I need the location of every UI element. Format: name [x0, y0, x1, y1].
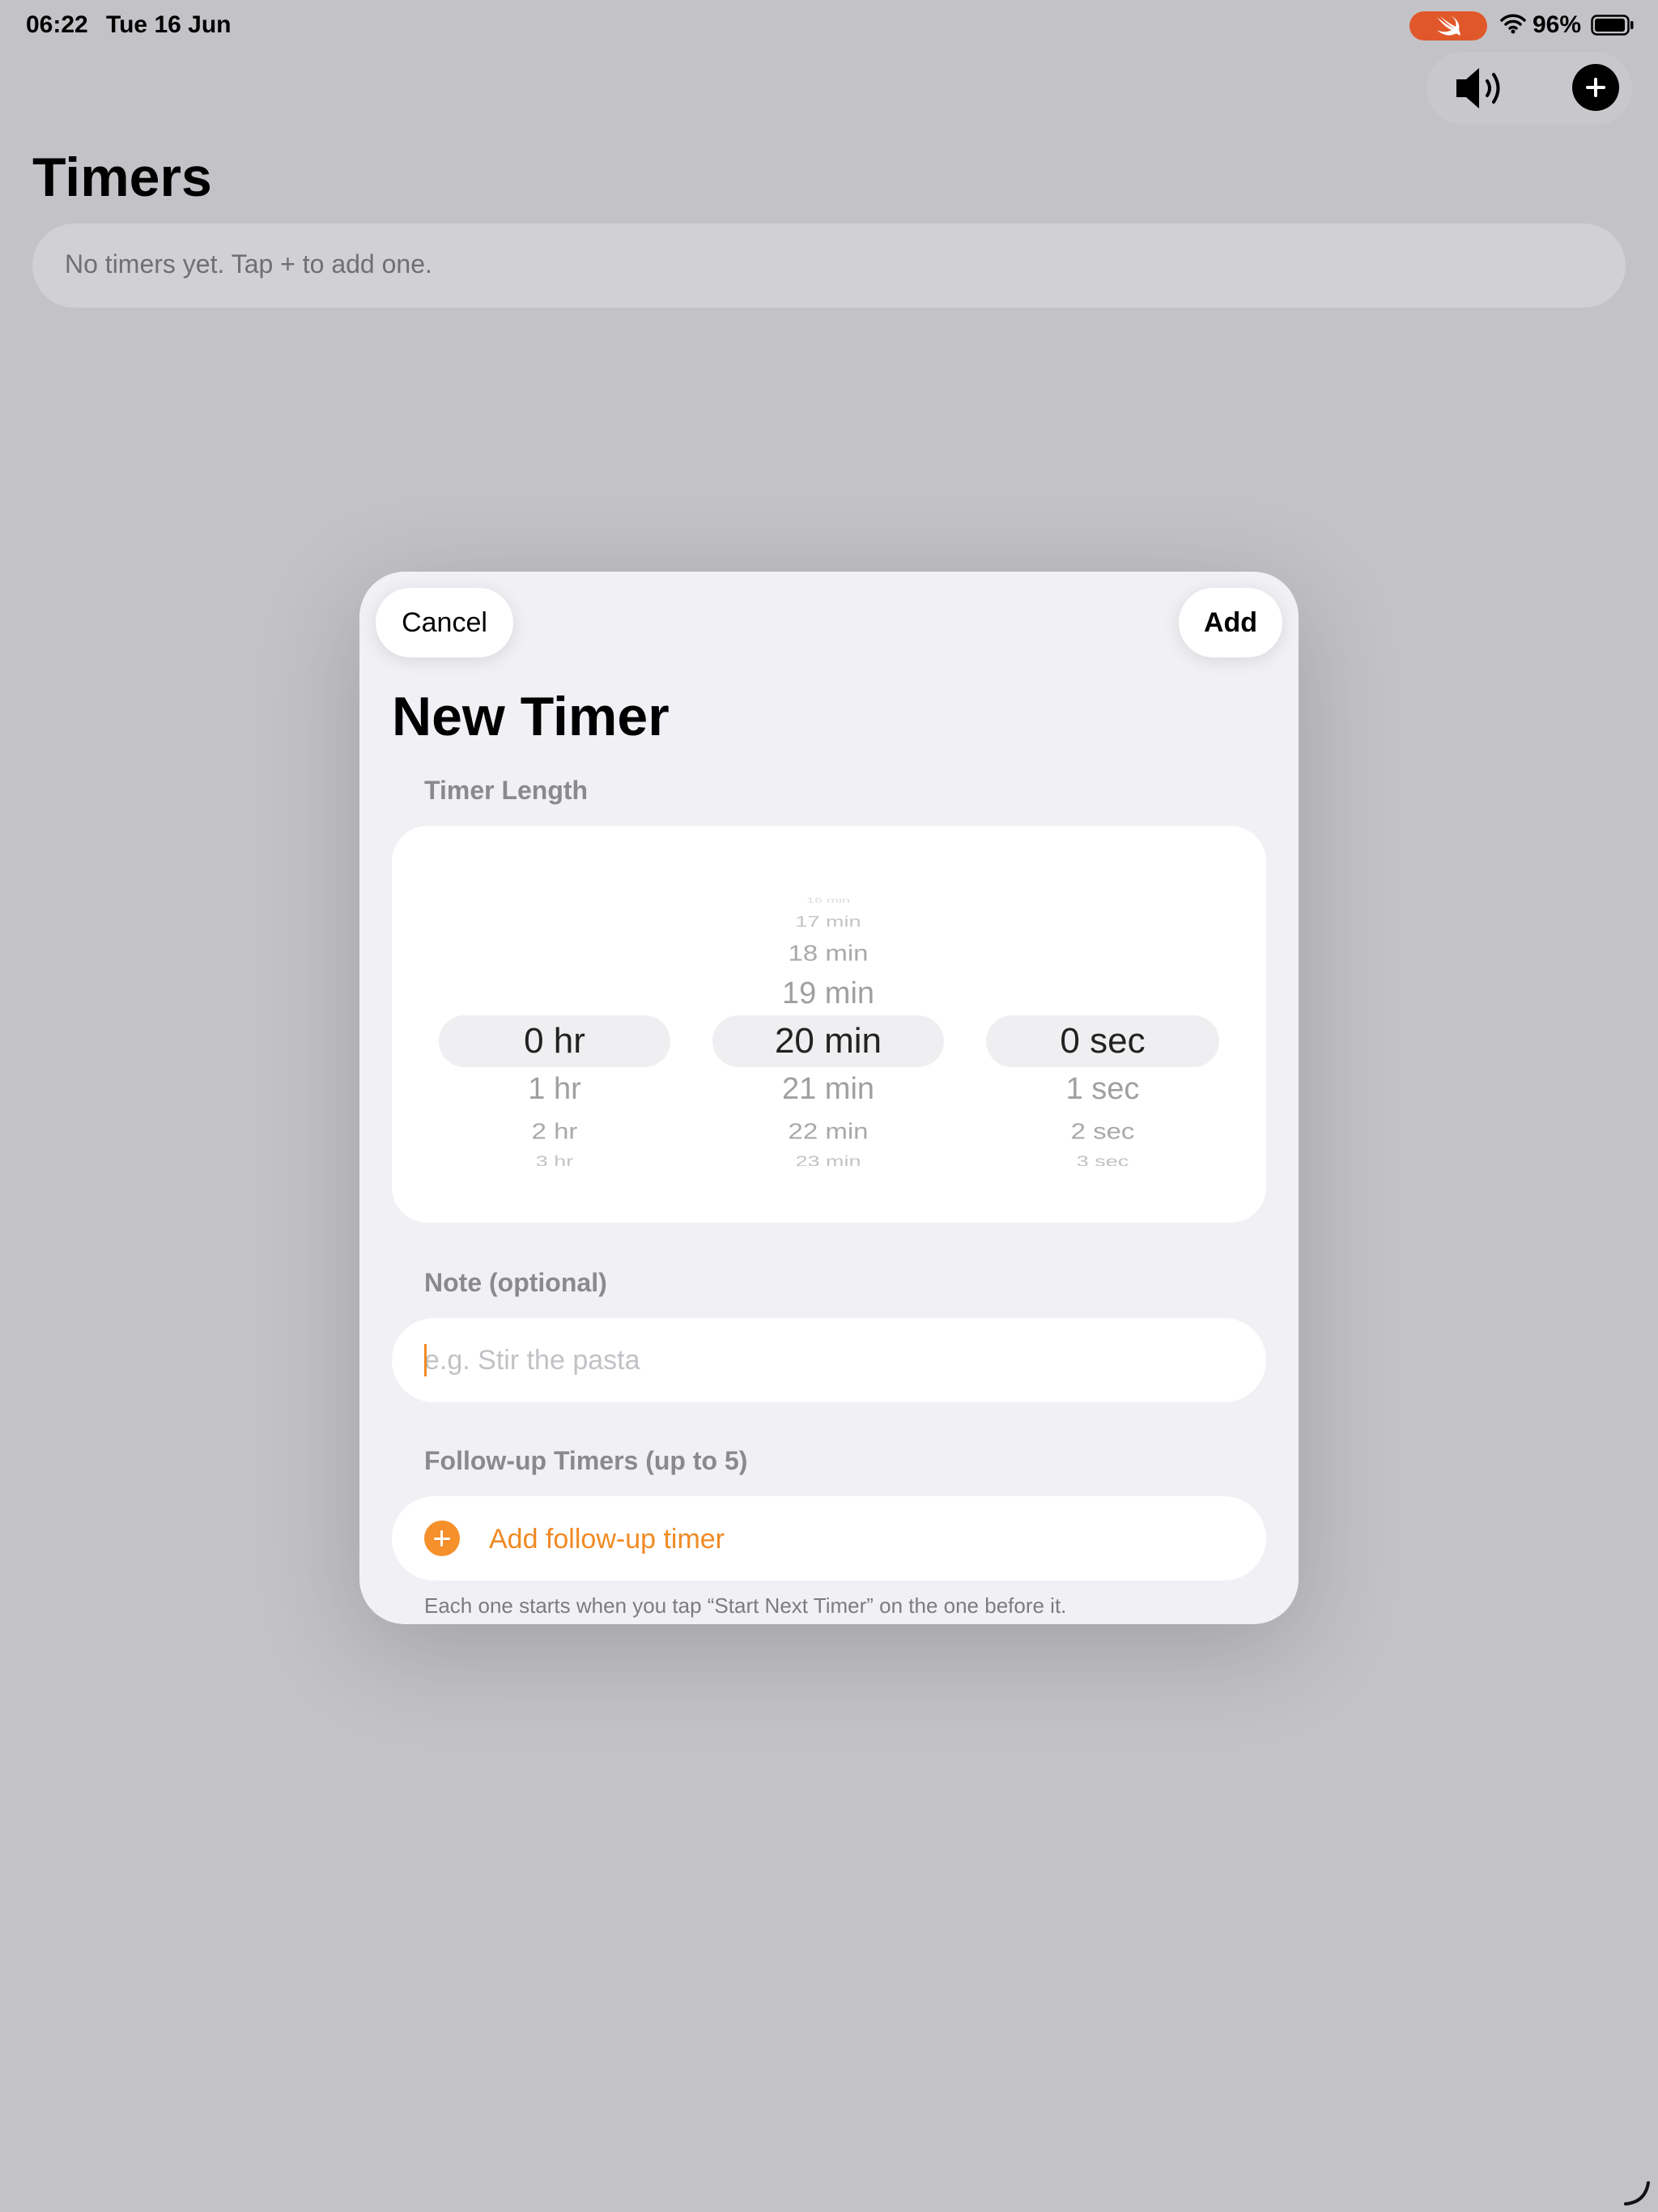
wheel-option[interactable]: 20 min	[711, 1023, 946, 1059]
swift-badge[interactable]	[1409, 11, 1487, 40]
wheel-option[interactable]: 3 sec	[985, 1153, 1220, 1166]
wheel-option[interactable]: 22 min	[711, 1119, 946, 1142]
wheel-option[interactable]: 16 min	[711, 897, 946, 904]
wheel-option[interactable]: 19 min	[711, 978, 946, 1009]
battery-percent: 96%	[1533, 11, 1582, 38]
new-timer-sheet: Cancel Add New Timer Timer Length 0 hr 1 …	[359, 572, 1299, 1624]
add-button[interactable]: Add	[1179, 588, 1282, 657]
wheel-option[interactable]: 1 sec	[985, 1074, 1220, 1104]
note-input[interactable]	[424, 1334, 1234, 1386]
note-label: Note (optional)	[424, 1268, 607, 1297]
status-bar: 06:22 Tue 16 Jun 96%	[0, 0, 1658, 50]
followup-hint: Each one starts when you tap “Start Next…	[424, 1593, 1067, 1618]
swift-icon	[1437, 15, 1460, 36]
status-time: 06:22	[26, 11, 88, 38]
cancel-button[interactable]: Cancel	[376, 588, 513, 657]
empty-state-text: No timers yet. Tap + to add one.	[65, 249, 432, 279]
wheel-option[interactable]: 23 min	[711, 1153, 946, 1166]
timer-length-label: Timer Length	[424, 776, 589, 805]
seconds-wheel[interactable]: 0 sec1 sec2 sec3 sec4 sec	[985, 881, 1220, 1167]
sheet-title: New Timer	[392, 686, 670, 747]
minutes-wheel[interactable]: 16 min 17 min 18 min 19 min 20 min 21 min 22 m…	[711, 881, 946, 1167]
hours-wheel[interactable]: 0 hr1 hr2 hr3 hr4 hr	[437, 881, 672, 1167]
wheel-option[interactable]: 2 hr	[437, 1119, 672, 1142]
add-timer-button[interactable]	[1572, 64, 1619, 111]
followup-label: Follow-up Timers (up to 5)	[424, 1446, 748, 1475]
wheel-option[interactable]: 2 sec	[985, 1119, 1220, 1142]
battery-icon	[1591, 15, 1634, 36]
sound-button[interactable]	[1453, 62, 1510, 115]
wheel-option[interactable]: 1 hr	[437, 1074, 672, 1104]
wheel-option[interactable]: 0 hr	[437, 1023, 672, 1059]
duration-picker: 0 hr1 hr2 hr3 hr4 hr 16 min17 min18 min1…	[392, 826, 1266, 1223]
wheel-option[interactable]: 17 min	[711, 913, 946, 929]
add-followup-label: Add follow-up timer	[489, 1524, 725, 1555]
add-followup-button[interactable]: Add follow-up timer	[392, 1496, 1266, 1580]
speaker-wave-icon	[1456, 68, 1500, 108]
plus-circle-icon	[424, 1521, 460, 1556]
empty-state-card: No timers yet. Tap + to add one.	[32, 223, 1626, 308]
status-date: Tue 16 Jun	[106, 11, 232, 38]
wheel-option[interactable]: 21 min	[711, 1074, 946, 1104]
wheel-option[interactable]: 3 hr	[437, 1153, 672, 1166]
wheel-option[interactable]: 18 min	[711, 941, 946, 963]
note-field[interactable]	[392, 1318, 1266, 1402]
wifi-icon	[1500, 14, 1526, 34]
wheel-option[interactable]: 0 sec	[985, 1023, 1220, 1059]
resize-handle-icon[interactable]	[1622, 2178, 1652, 2207]
text-caret	[424, 1344, 427, 1376]
page-title: Timers	[32, 147, 212, 208]
